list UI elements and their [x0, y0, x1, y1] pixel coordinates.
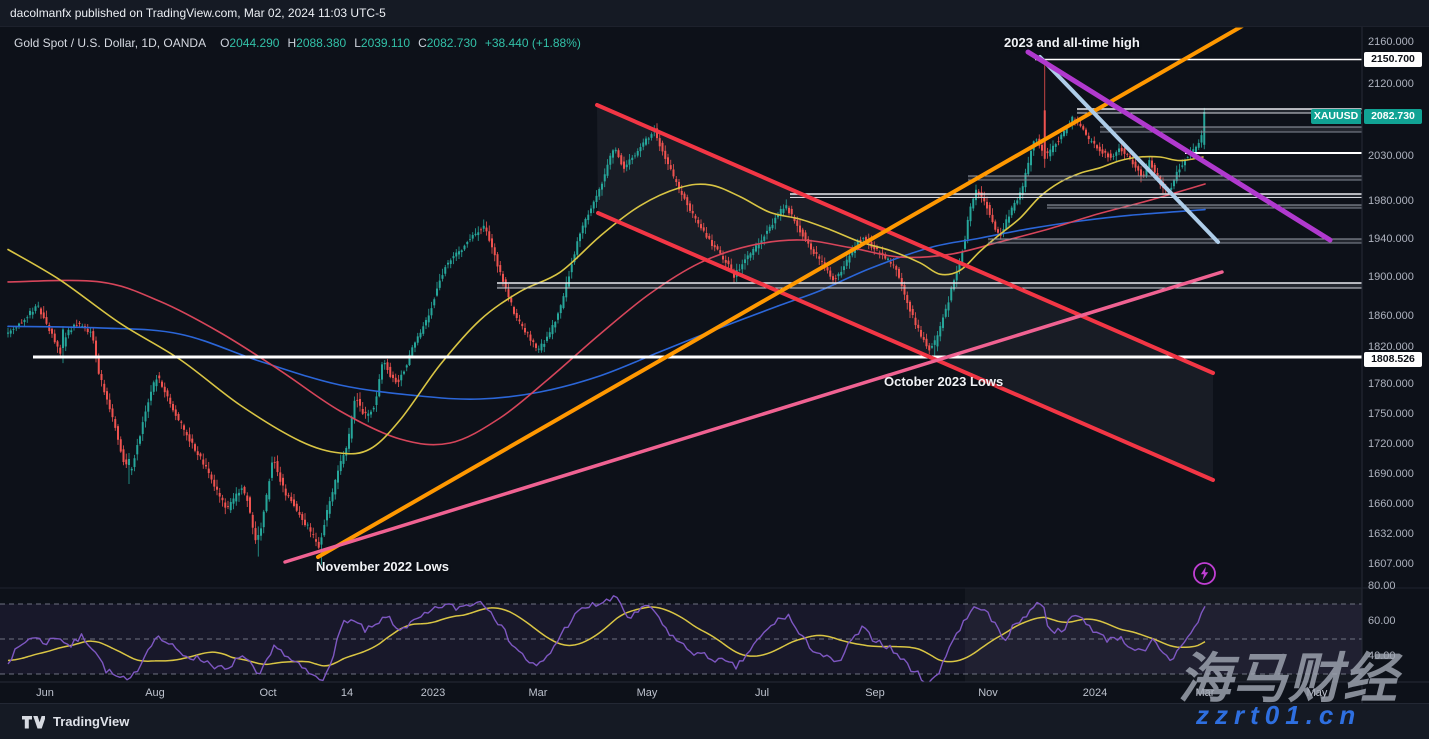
price-axis-tick[interactable]: 1750.000	[1368, 408, 1414, 420]
symbol-legend[interactable]: Gold Spot / U.S. Dollar, 1D, OANDAO2044.…	[14, 36, 581, 50]
price-axis-tick[interactable]: 1720.000	[1368, 438, 1414, 450]
footer-brand[interactable]: TradingView	[53, 714, 129, 729]
time-axis-tick[interactable]: 2023	[421, 687, 445, 699]
price-axis-tick[interactable]: 1980.000	[1368, 195, 1414, 207]
price-tag: 2150.700	[1364, 52, 1422, 67]
main-pane[interactable]	[7, 17, 1362, 565]
price-tag: 2082.730	[1364, 109, 1422, 124]
high-value: 2088.380	[296, 36, 346, 50]
lightning-bolt-icon[interactable]	[1192, 561, 1217, 586]
price-zone	[497, 283, 1362, 288]
annotation-label: 2023 and all-time high	[1004, 35, 1140, 50]
chart-area: Gold Spot / U.S. Dollar, 1D, OANDAO2044.…	[0, 0, 1429, 739]
ticker-tag: XAUUSD	[1311, 109, 1361, 124]
price-axis-tick[interactable]: 1690.000	[1368, 468, 1414, 480]
publish-info-text: dacolmanfx published on TradingView.com,…	[10, 6, 386, 20]
time-axis-tick[interactable]: Jul	[755, 687, 769, 699]
price-axis-tick[interactable]: 1660.000	[1368, 498, 1414, 510]
high-label: H	[287, 36, 296, 50]
price-axis-tick[interactable]: 2030.000	[1368, 150, 1414, 162]
open-value: 2044.290	[229, 36, 279, 50]
time-axis-tick[interactable]: May	[637, 687, 658, 699]
time-axis-tick[interactable]: 2024	[1083, 687, 1107, 699]
price-zone	[968, 176, 1362, 180]
time-axis-tick[interactable]: Mar	[529, 687, 548, 699]
time-axis-tick[interactable]: Sep	[865, 687, 885, 699]
watermark-url: zzrt01.cn	[1196, 700, 1361, 731]
time-axis-tick[interactable]: Oct	[259, 687, 276, 699]
annotation-label: October 2023 Lows	[884, 374, 1003, 389]
time-axis-tick[interactable]: Nov	[978, 687, 998, 699]
tradingview-logo[interactable]	[22, 713, 45, 730]
price-axis-tick[interactable]: 1632.000	[1368, 528, 1414, 540]
price-axis-tick[interactable]: 1940.000	[1368, 233, 1414, 245]
price-axis-tick[interactable]: 1780.000	[1368, 378, 1414, 390]
annotation-label: November 2022 Lows	[316, 559, 449, 574]
rsi-pane[interactable]	[0, 588, 1362, 683]
symbol-title: Gold Spot / U.S. Dollar, 1D, OANDA	[14, 36, 206, 50]
change-value: +38.440 (+1.88%)	[485, 36, 581, 50]
rsi-axis-tick[interactable]: 80.00	[1368, 580, 1396, 592]
time-axis-tick[interactable]: Jun	[36, 687, 54, 699]
price-tag: 1808.526	[1364, 352, 1422, 367]
close-label: C	[418, 36, 427, 50]
price-axis-tick[interactable]: 2120.000	[1368, 78, 1414, 90]
chart-surface[interactable]	[0, 0, 1429, 739]
tradingview-published-chart: dacolmanfx published on TradingView.com,…	[0, 0, 1429, 739]
time-axis-tick[interactable]: Aug	[145, 687, 165, 699]
price-axis-tick[interactable]: 2160.000	[1368, 36, 1414, 48]
low-label: L	[354, 36, 361, 50]
publish-info-bar: dacolmanfx published on TradingView.com,…	[0, 0, 1429, 27]
low-value: 2039.110	[361, 36, 410, 50]
time-axis-tick[interactable]: 14	[341, 687, 353, 699]
price-axis-tick[interactable]: 1860.000	[1368, 310, 1414, 322]
price-axis-tick[interactable]: 1607.000	[1368, 558, 1414, 570]
price-axis-tick[interactable]: 1900.000	[1368, 271, 1414, 283]
close-value: 2082.730	[427, 36, 477, 50]
trendline-descending-lightblue[interactable]	[1040, 57, 1218, 242]
price-zone	[988, 239, 1362, 243]
price-zone	[1100, 127, 1362, 132]
rsi-axis-tick[interactable]: 60.00	[1368, 615, 1396, 627]
